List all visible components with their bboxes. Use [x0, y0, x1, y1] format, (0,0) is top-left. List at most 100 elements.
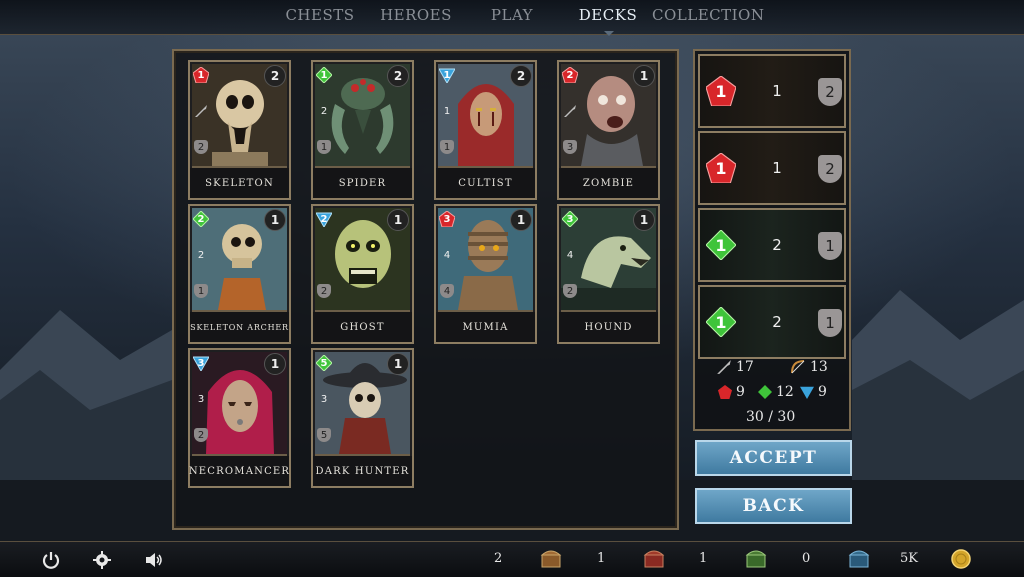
bow-count: 13 — [790, 359, 828, 375]
sword-count: 17 — [716, 359, 754, 375]
attack-stat: 4 — [566, 249, 574, 261]
mana-cost-gem: 3 — [439, 211, 455, 227]
wooden-chest-icon — [540, 550, 562, 568]
mana-cost-value: 1 — [443, 69, 451, 81]
deck-slot[interactable]: 1 1 2 — [698, 131, 846, 205]
attack-stat: 1 — [772, 159, 782, 177]
defense-shield: 5 — [317, 428, 331, 442]
card-name: ZOMBIE — [559, 168, 658, 198]
attack-stat: 4 — [443, 249, 451, 261]
sword-icon — [717, 360, 731, 374]
defense-shield: 1 — [818, 309, 842, 337]
card-ghost[interactable]: 2 1 2 GHOST — [311, 204, 414, 344]
attack-stat: 2 — [197, 249, 205, 261]
attack-stat: 3 — [197, 393, 205, 405]
card-necromancer[interactable]: 3 1 3 2 NECROMANCER — [188, 348, 291, 488]
red-chest-count: 1 — [597, 551, 606, 566]
green-gem-count: 12 — [758, 384, 794, 400]
defense-shield: 3 — [563, 140, 577, 154]
back-button[interactable]: BACK — [695, 488, 852, 524]
card-count-badge: 2 — [264, 65, 286, 87]
mana-cost-value: 1 — [715, 235, 727, 255]
tab-chests[interactable]: CHESTS — [284, 6, 356, 28]
card-name: SPIDER — [313, 168, 412, 198]
mana-cost-value: 2 — [320, 213, 328, 225]
card-collection-panel: 1 2 2 SKELETON 1 2 2 1 SPIDER 1 2 1 1 CU… — [172, 49, 679, 530]
mana-cost-gem: 5 — [316, 355, 332, 371]
mana-cost-value: 2 — [566, 69, 574, 81]
card-zombie[interactable]: 2 1 3 ZOMBIE — [557, 60, 660, 200]
card-skeleton[interactable]: 1 2 2 SKELETON — [188, 60, 291, 200]
defense-shield: 2 — [194, 428, 208, 442]
red-gem-count: 9 — [718, 384, 745, 400]
sword-icon — [194, 104, 208, 118]
mana-cost-value: 3 — [197, 357, 205, 369]
tab-collection[interactable]: COLLECTION — [652, 6, 764, 28]
defense-shield: 1 — [440, 140, 454, 154]
card-spider[interactable]: 1 2 2 1 SPIDER — [311, 60, 414, 200]
blue-gem-icon — [800, 386, 814, 399]
card-skeleton-archer[interactable]: 2 1 2 1 SKELETON ARCHER — [188, 204, 291, 344]
accept-button[interactable]: ACCEPT — [695, 440, 852, 476]
attack-stat: 3 — [320, 393, 328, 405]
mana-cost-gem: 2 — [562, 67, 578, 83]
card-cultist[interactable]: 1 2 1 1 CULTIST — [434, 60, 537, 200]
tab-play[interactable]: PLAY — [484, 6, 540, 28]
mana-cost-value: 1 — [715, 312, 727, 332]
mana-cost-gem: 2 — [316, 211, 332, 227]
card-name: DARK HUNTER — [313, 456, 412, 486]
card-count-badge: 1 — [387, 209, 409, 231]
red-gem-icon — [718, 385, 732, 399]
defense-shield: 1 — [818, 232, 842, 260]
mana-cost-gem: 1 — [706, 230, 736, 260]
power-icon[interactable] — [41, 550, 61, 570]
deck-size-value: 30 / 30 — [746, 409, 796, 425]
tab-heroes[interactable]: HEROES — [380, 6, 452, 28]
mana-cost-value: 2 — [197, 213, 205, 225]
sword-icon — [563, 104, 577, 118]
defense-shield: 1 — [317, 140, 331, 154]
deck-size: 30 / 30 — [746, 409, 795, 425]
deck-slot[interactable]: 1 2 1 — [698, 208, 846, 282]
deck-slot[interactable]: 1 1 2 — [698, 54, 846, 128]
red-gem-value: 9 — [736, 384, 745, 400]
gear-icon[interactable] — [92, 550, 112, 570]
wooden-chest-count: 2 — [494, 551, 503, 566]
card-name: NECROMANCER — [189, 456, 289, 486]
card-hound[interactable]: 3 1 4 2 HOUND — [557, 204, 660, 344]
sword-count-value: 17 — [736, 359, 754, 375]
red-chest-icon — [643, 550, 665, 568]
mana-cost-value: 1 — [715, 81, 727, 101]
defense-shield: 1 — [194, 284, 208, 298]
card-dark-hunter[interactable]: 5 1 3 5 DARK HUNTER — [311, 348, 414, 488]
green-gem-icon — [758, 385, 772, 399]
blue-gem-value: 9 — [818, 384, 827, 400]
card-count-badge: 1 — [633, 209, 655, 231]
card-name: GHOST — [313, 312, 412, 342]
deck-slot[interactable]: 1 2 1 — [698, 285, 846, 359]
speaker-icon[interactable] — [144, 550, 164, 570]
card-count-badge: 1 — [510, 209, 532, 231]
mana-cost-gem: 1 — [706, 76, 736, 106]
defense-shield: 2 — [818, 78, 842, 106]
mana-cost-value: 1 — [320, 69, 328, 81]
mana-cost-gem: 1 — [706, 307, 736, 337]
mana-cost-value: 5 — [320, 357, 328, 369]
attack-stat: 1 — [772, 82, 782, 100]
card-mumia[interactable]: 3 1 4 4 MUMIA — [434, 204, 537, 344]
card-count-badge: 1 — [387, 353, 409, 375]
card-count-badge: 2 — [510, 65, 532, 87]
card-name: SKELETON ARCHER — [190, 312, 289, 342]
defense-shield: 2 — [818, 155, 842, 183]
mana-cost-value: 1 — [197, 69, 205, 81]
defense-shield: 2 — [317, 284, 331, 298]
mana-cost-value: 3 — [566, 213, 574, 225]
card-name: SKELETON — [190, 168, 289, 198]
active-tab-indicator — [604, 31, 614, 36]
card-name: HOUND — [559, 312, 658, 342]
mana-cost-gem: 3 — [193, 355, 209, 371]
mana-cost-gem: 1 — [316, 67, 332, 83]
tab-decks[interactable]: DECKS — [575, 6, 641, 28]
card-name: MUMIA — [436, 312, 535, 342]
card-count-badge: 2 — [387, 65, 409, 87]
